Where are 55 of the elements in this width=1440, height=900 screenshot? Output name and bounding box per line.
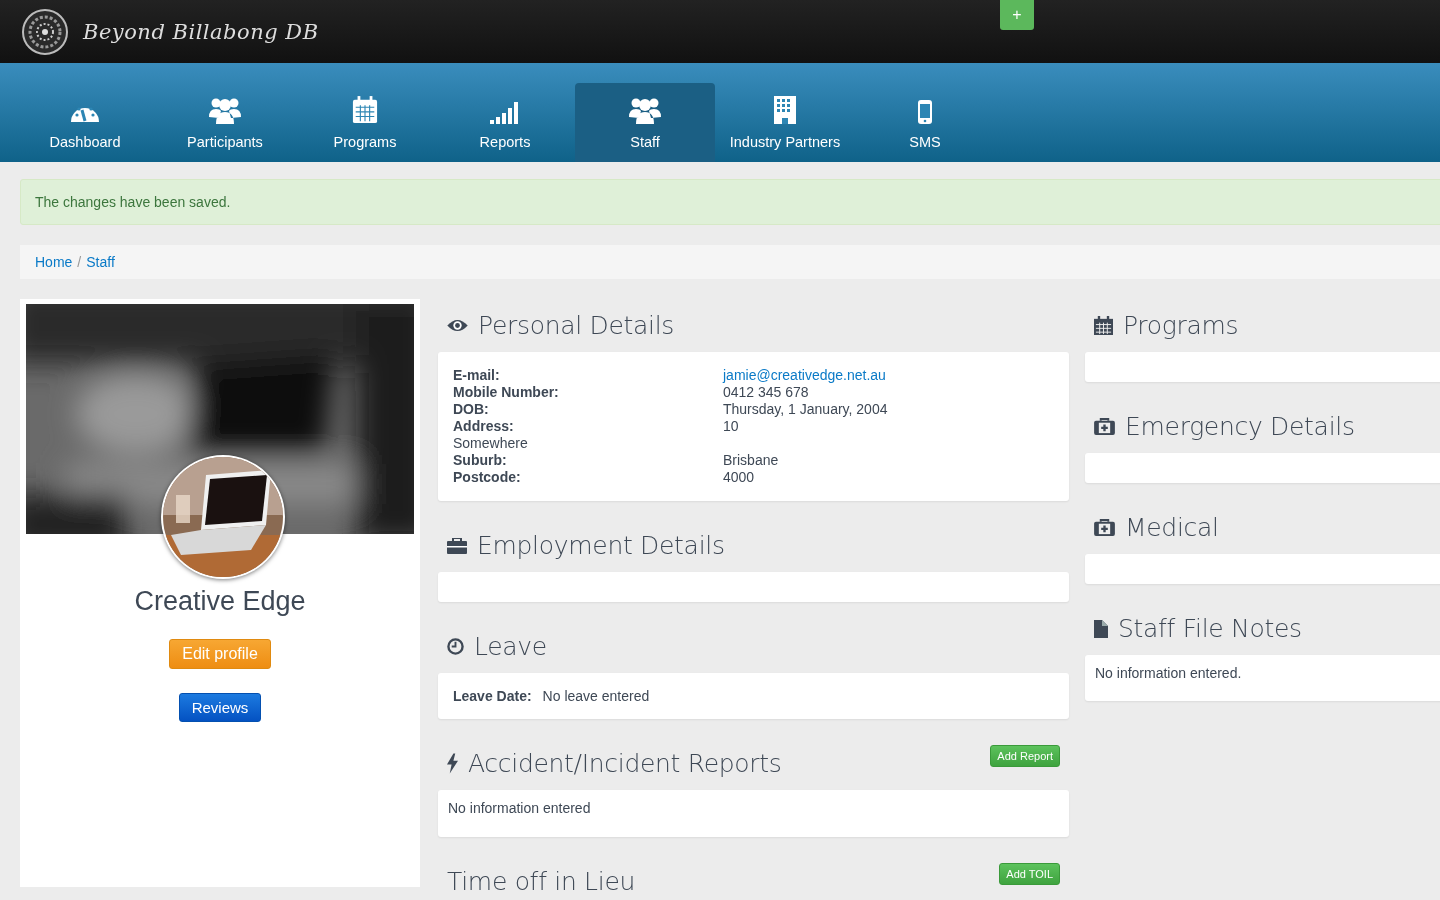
section-title: Medical <box>1125 513 1219 542</box>
field-value: Brisbane <box>723 452 780 469</box>
nav-tab[interactable]: Staff <box>575 83 715 162</box>
clock-icon <box>447 638 464 655</box>
nav-tab[interactable]: SMS <box>855 83 995 162</box>
medical-kit-icon <box>1094 418 1115 435</box>
breadcrumb-separator: / <box>77 254 82 270</box>
building-icon <box>774 96 796 124</box>
field-value: Somewhere <box>453 435 529 452</box>
field-label: E-mail: <box>453 367 501 384</box>
phone-icon <box>918 100 932 124</box>
people-icon <box>209 96 241 124</box>
field-label: Leave Date: <box>453 688 532 704</box>
nav-tab[interactable]: Dashboard <box>15 83 155 162</box>
signal-bars-icon <box>490 100 520 124</box>
field-label: Postcode: <box>453 469 522 486</box>
field-value: No leave entered <box>542 688 650 704</box>
medical-kit-icon <box>1094 519 1115 536</box>
alert-message: The changes have been saved. <box>35 194 231 210</box>
nav-tab[interactable]: Reports <box>435 83 575 162</box>
field-value: 0412 345 678 <box>723 384 810 401</box>
section-title: Accident/Incident Reports <box>468 749 782 778</box>
eye-icon <box>447 319 468 332</box>
field-value: 4000 <box>723 469 756 486</box>
section-title: Programs <box>1123 311 1239 340</box>
app-title: Beyond Billabong DB <box>83 19 319 44</box>
email-link[interactable]: jamie@creativedge.net.au <box>723 367 1054 384</box>
field-value: 10 <box>723 418 740 435</box>
nav-tab[interactable]: Programs <box>295 83 435 162</box>
reviews-button[interactable]: Reviews <box>178 693 262 722</box>
section-title: Emergency Details <box>1125 412 1355 441</box>
breadcrumb-link[interactable]: Home <box>35 254 73 270</box>
breadcrumb-link[interactable]: Staff <box>86 254 115 270</box>
section-title: Employment Details <box>477 531 725 560</box>
nav-tab[interactable]: Industry Partners <box>715 83 855 162</box>
nav-tab[interactable]: Participants <box>155 83 295 162</box>
calendar-icon <box>352 96 378 124</box>
field-label: DOB: <box>453 401 490 418</box>
profile-name: Creative Edge <box>134 586 306 617</box>
file-icon <box>1094 619 1108 638</box>
empty-message: No information entered. <box>1095 665 1242 681</box>
calendar-icon <box>1094 316 1113 335</box>
people-icon <box>629 96 661 124</box>
field-label: Suburb: <box>453 452 508 469</box>
field-label: Address: <box>453 418 515 435</box>
mandala-logo-icon <box>21 7 69 56</box>
field-label: Mobile Number: <box>453 384 560 401</box>
empty-message: No information entered <box>448 800 591 816</box>
section-title: Staff File Notes <box>1118 614 1302 643</box>
section-title: Time off in Lieu <box>447 867 635 896</box>
section-title: Personal Details <box>478 311 675 340</box>
field-value: Thursday, 1 January, 2004 <box>723 401 889 418</box>
briefcase-icon <box>447 537 467 554</box>
lightning-icon <box>447 753 458 774</box>
section-title: Leave <box>474 632 547 661</box>
